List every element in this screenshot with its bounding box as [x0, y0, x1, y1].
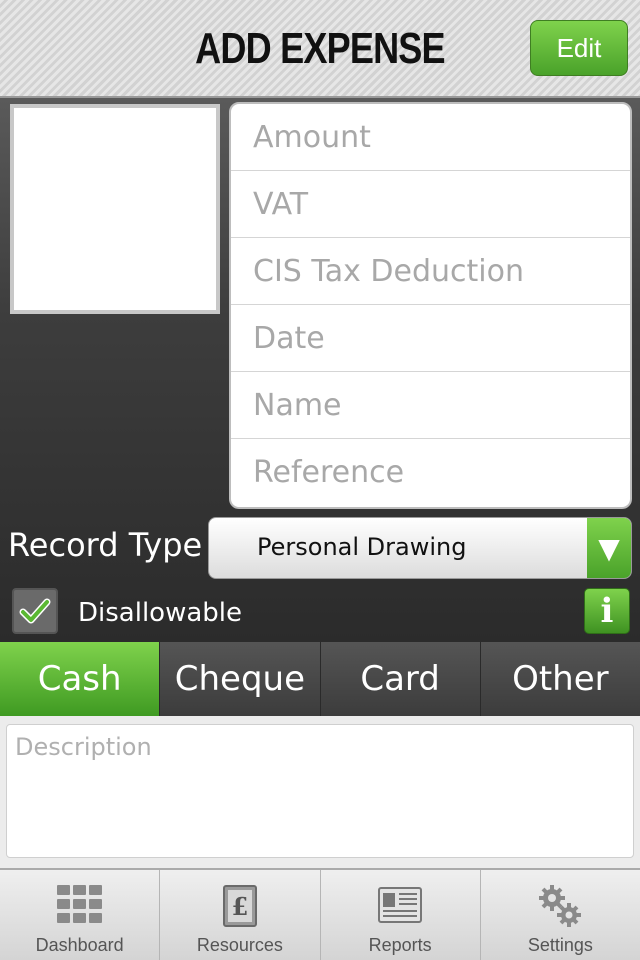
description-input[interactable]	[6, 724, 634, 858]
amount-row	[231, 104, 630, 171]
reference-field[interactable]	[251, 454, 630, 491]
disallowable-checkbox[interactable]	[12, 588, 58, 634]
navigation-bar: ADD EXPENSE Edit	[0, 0, 640, 98]
tab-cheque[interactable]: Cheque	[160, 642, 321, 716]
tabbar-label-dashboard: Dashboard	[35, 935, 124, 955]
payment-method-tabs: Cash Cheque Card Other	[0, 642, 640, 716]
info-button[interactable]: i	[584, 588, 630, 634]
tabbar-item-resources[interactable]: £ Resources	[160, 870, 321, 960]
expense-fields-group	[229, 102, 632, 509]
cis-row	[231, 238, 630, 305]
newspaper-icon	[378, 887, 423, 923]
cis-tax-deduction-field[interactable]	[251, 252, 630, 290]
dropdown-arrow-icon[interactable]: ▼	[587, 518, 631, 578]
checkmark-icon	[19, 598, 51, 624]
record-type-select[interactable]: Personal Drawing ▼	[208, 517, 632, 579]
grid-icon	[56, 885, 102, 923]
tabbar-label-settings: Settings	[527, 935, 593, 955]
svg-text:£: £	[232, 892, 249, 921]
tabbar-label-reports: Reports	[368, 935, 432, 955]
tabbar-item-settings[interactable]: Settings	[481, 870, 640, 960]
tab-other[interactable]: Other	[480, 642, 640, 716]
record-type-label: Record Type	[8, 526, 203, 564]
name-field[interactable]	[251, 386, 630, 424]
vat-field[interactable]	[251, 185, 630, 223]
pound-book-icon: £	[222, 885, 257, 927]
tab-card[interactable]: Card	[320, 642, 481, 716]
disallowable-label: Disallowable	[78, 598, 242, 628]
tab-cash[interactable]: Cash	[0, 642, 161, 716]
bottom-tab-bar: Dashboard £ Resources Reports Settings	[0, 868, 640, 960]
page-title: ADD EXPENSE	[195, 24, 445, 73]
tabbar-item-reports[interactable]: Reports	[321, 870, 481, 960]
receipt-photo-placeholder[interactable]	[10, 104, 220, 314]
gears-icon	[539, 885, 582, 927]
edit-button[interactable]: Edit	[530, 20, 628, 76]
name-row	[231, 372, 630, 439]
date-row	[231, 305, 630, 372]
date-field[interactable]	[251, 319, 630, 357]
tabbar-item-dashboard[interactable]: Dashboard	[0, 870, 161, 960]
description-area	[0, 716, 640, 868]
tabbar-label-resources: Resources	[196, 935, 283, 955]
amount-field[interactable]	[251, 118, 630, 156]
vat-row	[231, 171, 630, 238]
reference-row	[231, 439, 630, 506]
record-type-value: Personal Drawing	[257, 533, 467, 561]
